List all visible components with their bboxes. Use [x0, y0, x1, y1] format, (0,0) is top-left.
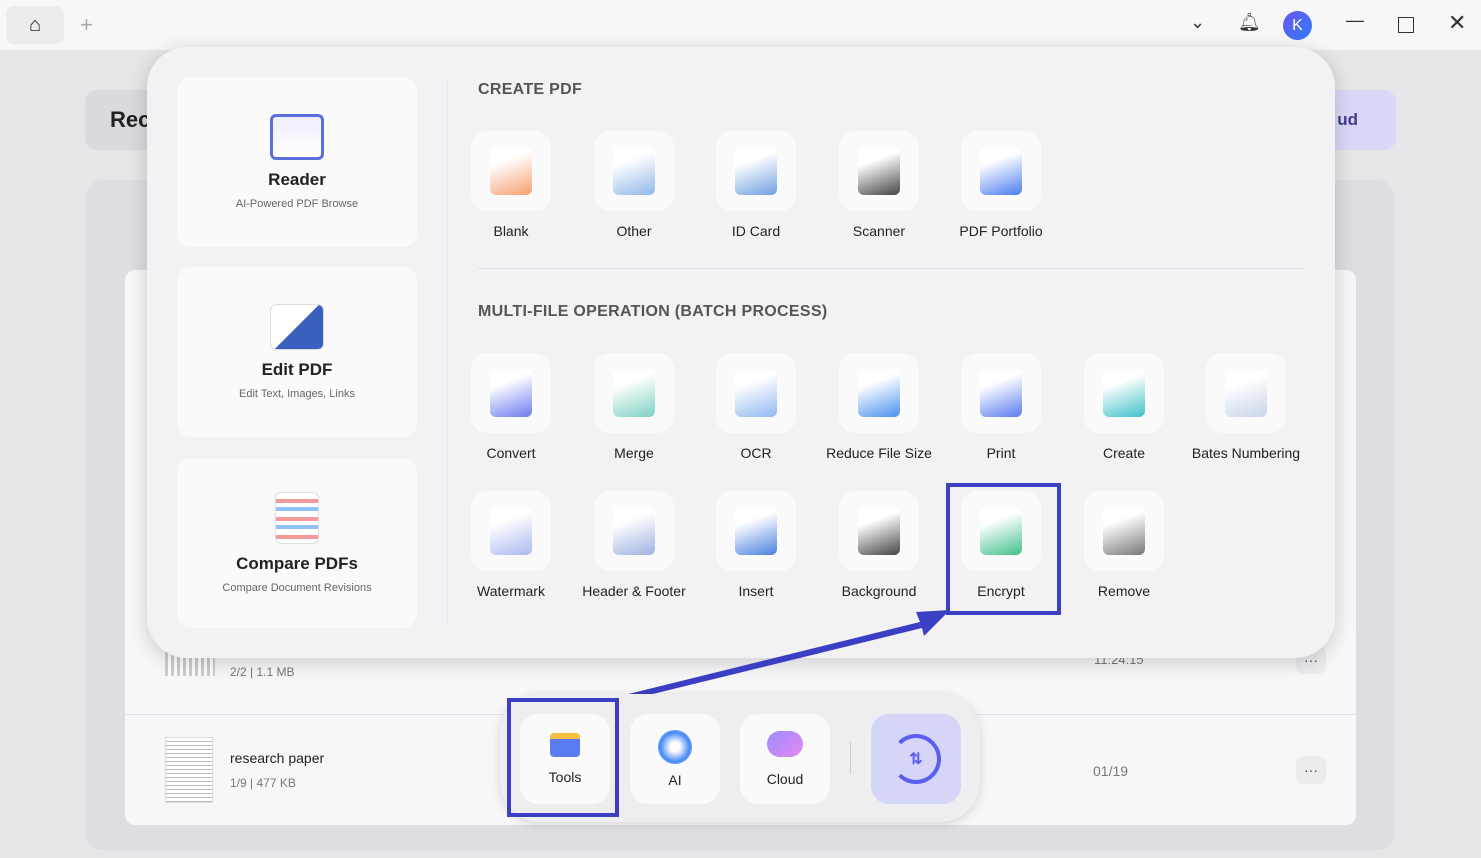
- dock-label: Cloud: [766, 771, 804, 787]
- dock-ai-button[interactable]: AI: [630, 714, 720, 804]
- convert-toggle-button[interactable]: ⇅: [871, 714, 961, 804]
- arrow-shape: [616, 610, 950, 702]
- cloud-icon: [767, 731, 803, 757]
- tools-highlight: [507, 698, 619, 817]
- divider: [850, 742, 851, 774]
- sync-icon: ⇅: [891, 734, 941, 784]
- dock-label: AI: [668, 772, 682, 788]
- ai-icon: [658, 730, 692, 764]
- dock-cloud-button[interactable]: Cloud: [740, 714, 830, 804]
